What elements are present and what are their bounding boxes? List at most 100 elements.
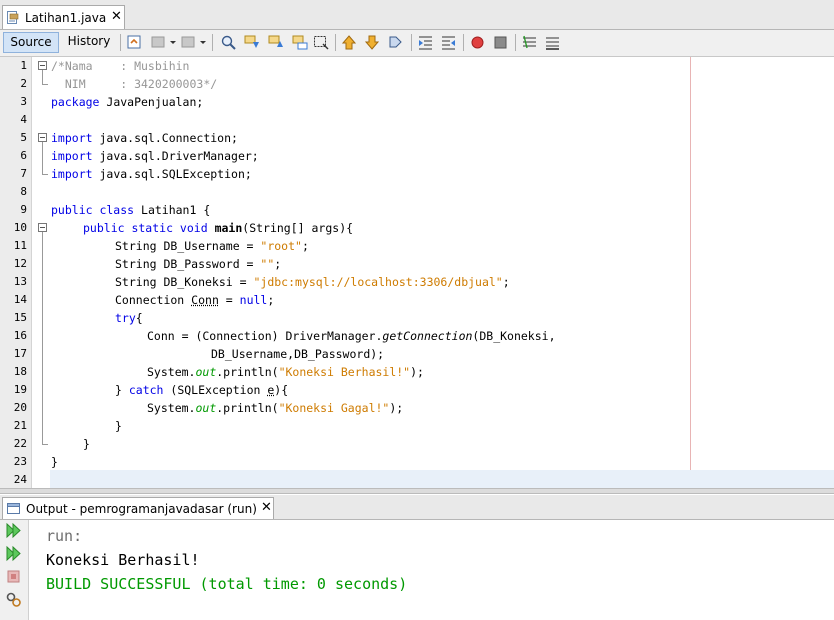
fold-collapse-icon[interactable] [38, 133, 47, 142]
keyword: try [115, 311, 136, 325]
output-run-line: run: [46, 527, 83, 545]
line-number: 24 [13, 473, 27, 486]
chevron-down-icon[interactable] [199, 34, 207, 51]
code-text: JavaPenjualan; [99, 95, 204, 109]
code-line-13: String DB_Koneksi = "jdbc:mysql://localh… [115, 273, 510, 291]
line-number: 11 [13, 239, 27, 252]
code-line-22: } [83, 437, 90, 451]
splitter[interactable] [0, 488, 834, 494]
back-icon[interactable] [150, 34, 167, 51]
string-literal: "Koneksi Gagal!" [278, 401, 390, 415]
code-text: java.sql.Connection; [92, 131, 238, 145]
fold-collapse-icon[interactable] [38, 61, 47, 70]
code-line-2: NIM : 3420200003*/ [51, 77, 218, 91]
code-text: ); [389, 401, 404, 415]
code-line-21: } [115, 419, 122, 433]
string-literal: "jdbc:mysql://localhost:3306/dbjual" [253, 275, 503, 289]
find-icon[interactable] [220, 34, 237, 51]
method-call: getConnection [382, 329, 473, 343]
keyword: package [51, 95, 100, 109]
code-line-3: package JavaPenjualan; [51, 93, 203, 111]
fold-guide-end [42, 174, 48, 175]
line-number: 20 [13, 401, 27, 414]
keyword: null [239, 293, 268, 307]
class-name: Latihan1 [134, 203, 197, 217]
shift-left-icon[interactable] [417, 34, 434, 51]
string-literal: "Koneksi Berhasil!" [278, 365, 411, 379]
line-number: 1 [20, 59, 27, 72]
code-text: java.sql.DriverManager; [92, 149, 259, 163]
comment-icon[interactable] [521, 34, 538, 51]
stop-icon[interactable] [5, 568, 22, 585]
stop-macro-recording-icon[interactable] [492, 34, 509, 51]
line-number: 15 [13, 311, 27, 324]
fold-collapse-icon[interactable] [38, 223, 47, 232]
string-literal: "root" [260, 239, 302, 253]
start-macro-recording-icon[interactable] [469, 34, 486, 51]
uncomment-icon[interactable] [544, 34, 561, 51]
toggle-highlight-icon[interactable] [292, 34, 309, 51]
code-text: Conn = (Connection) DriverManager. [147, 329, 383, 343]
code-text: { [196, 203, 211, 217]
last-edit-icon[interactable] [126, 34, 143, 51]
code-text: ; [274, 257, 282, 271]
line-number: 23 [13, 455, 27, 468]
output-tab[interactable]: Output - pemrogramanjavadasar (run) ✕ [2, 497, 274, 519]
editor-toolbar: Source History [0, 30, 834, 57]
find-next-icon[interactable] [268, 34, 285, 51]
forward-icon[interactable] [180, 34, 197, 51]
code-line-15: try{ [115, 309, 143, 327]
shift-right-icon[interactable] [440, 34, 457, 51]
code-line-20: System.out.println("Koneksi Gagal!"); [147, 399, 403, 417]
rectangular-selection-icon[interactable] [313, 34, 330, 51]
code-line-1: /*Nama : Musbihin [51, 59, 190, 73]
toolbar-separator [411, 34, 412, 51]
file-tab-latihan1[interactable]: Latihan1.java ✕ [2, 5, 125, 29]
fold-guide-end [42, 84, 48, 85]
previous-bookmark-icon[interactable] [341, 34, 358, 51]
source-tab-button[interactable]: Source [3, 32, 59, 53]
code-text: } [115, 383, 129, 397]
rerun-icon[interactable] [5, 522, 22, 539]
history-tab-button[interactable]: History [63, 32, 115, 53]
line-number: 9 [20, 203, 27, 216]
fold-guide [42, 232, 43, 444]
static-field: out [195, 401, 217, 415]
close-icon[interactable]: ✕ [111, 9, 122, 24]
settings-icon[interactable] [5, 591, 22, 608]
keyword: public static void [83, 221, 208, 235]
code-line-9: public class Latihan1 { [51, 201, 210, 219]
line-number: 7 [20, 167, 27, 180]
code-line-5: import java.sql.Connection; [51, 129, 238, 147]
chevron-down-icon[interactable] [169, 34, 177, 51]
output-window-icon [7, 502, 21, 515]
code-text: java.sql.SQLException; [92, 167, 252, 181]
find-previous-icon[interactable] [244, 34, 261, 51]
code-line-18: System.out.println("Koneksi Berhasil!"); [147, 363, 424, 381]
static-field: out [195, 365, 217, 379]
code-text: String DB_Koneksi = [115, 275, 254, 289]
keyword: import [51, 131, 93, 145]
toggle-bookmark-icon[interactable] [387, 34, 404, 51]
code-text: String DB_Username = [115, 239, 261, 253]
code-editor[interactable]: 1 2 3 4 5 6 7 8 9 10 11 12 13 14 15 16 17 18 19 20 21 22 23 24 … [0, 57, 834, 488]
file-tab-title: Latihan1.java [25, 11, 107, 25]
close-icon[interactable]: ✕ [261, 500, 272, 515]
line-number: 21 [13, 419, 27, 432]
code-line-23: } [51, 455, 58, 469]
line-number: 16 [13, 329, 27, 342]
toolbar-separator [120, 34, 121, 51]
line-number: 2 [20, 77, 27, 90]
output-tab-title: Output - pemrogramanjavadasar (run) [26, 502, 257, 516]
output-side-toolbar [0, 520, 29, 620]
code-line-6: import java.sql.DriverManager; [51, 147, 259, 165]
line-number: 14 [13, 293, 27, 306]
next-bookmark-icon[interactable] [364, 34, 381, 51]
code-text: ; [502, 275, 510, 289]
code-text: (String[] args){ [242, 221, 354, 235]
java-file-icon [7, 11, 19, 24]
rerun-with-parameters-icon[interactable] [5, 545, 22, 562]
line-number-gutter: 1 2 3 4 5 6 7 8 9 10 11 12 13 14 15 16 17 18 19 20 21 22 23 24 [0, 57, 32, 488]
fold-guide [42, 70, 43, 84]
keyword: import [51, 149, 93, 163]
